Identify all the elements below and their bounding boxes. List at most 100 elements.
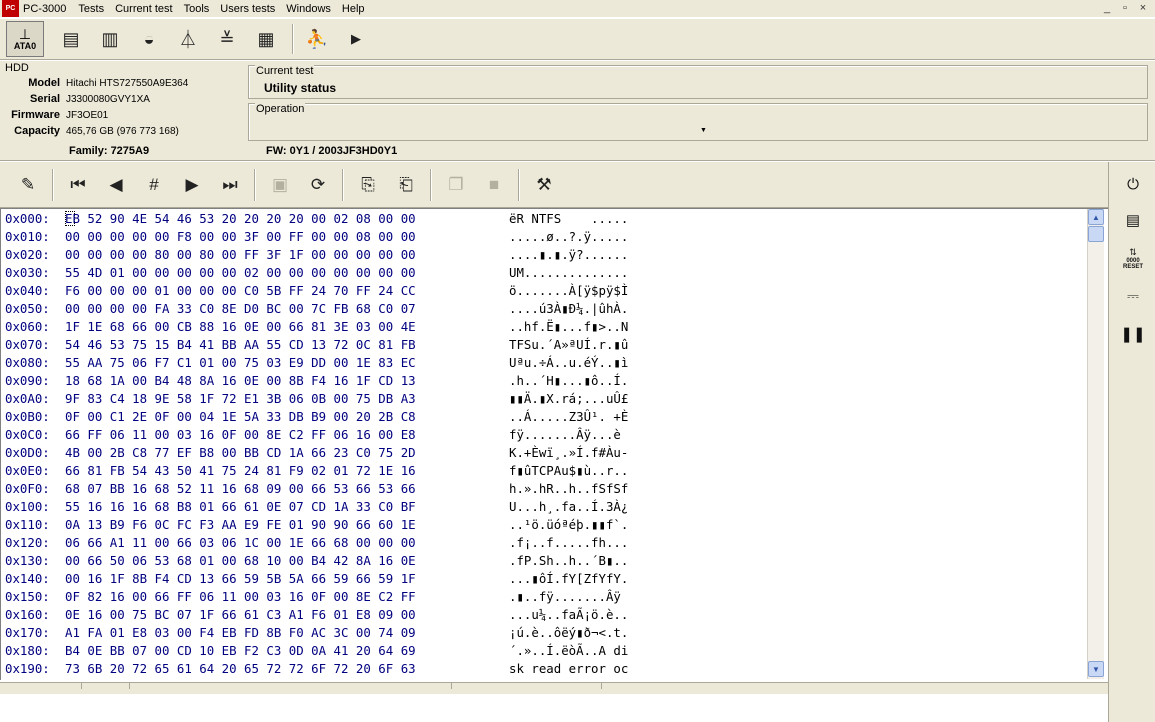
hex-ascii: ....▮.▮.ÿ?...... bbox=[509, 247, 629, 262]
hex-row[interactable]: 0x130: 00 66 50 06 53 68 01 00 68 10 00 B… bbox=[5, 552, 669, 570]
hex-offset: 0x0C0: bbox=[5, 427, 50, 442]
current-test-value: Utility status bbox=[264, 81, 337, 95]
hex-ascii: ...▮ôÍ.fY[ZfYfY. bbox=[509, 571, 629, 586]
board-icon[interactable]: ▤ bbox=[1117, 206, 1149, 234]
hex-row[interactable]: 0x000: EB 52 90 4E 54 46 53 20 20 20 20 0… bbox=[5, 210, 669, 228]
hex-offset: 0x110: bbox=[5, 517, 50, 532]
title-menu-bar: PC PC-3000 Tests Current test Tools User… bbox=[0, 0, 1155, 17]
stack-icon[interactable]: ≚ bbox=[212, 24, 242, 54]
hdd-capacity-row: Capacity 465,76 GB (976 773 168) bbox=[2, 125, 245, 141]
hdd-firmware-row: Firmware JF3OE01 bbox=[2, 109, 245, 125]
hex-offset: 0x190: bbox=[5, 661, 50, 676]
hex-row[interactable]: 0x050: 00 00 00 00 FA 33 C0 8E D0 BC 00 7… bbox=[5, 300, 669, 318]
menu-current-test[interactable]: Current test bbox=[115, 3, 172, 15]
play-icon[interactable]: ▶ bbox=[341, 24, 371, 54]
save-to-file-icon[interactable]: ⎘ bbox=[352, 170, 384, 200]
menu-users-tests[interactable]: Users tests bbox=[220, 3, 275, 15]
hex-row[interactable]: 0x090: 18 68 1A 00 B4 48 8A 16 0E 00 8B F… bbox=[5, 372, 669, 390]
hex-bytes: 4B 00 2B C8 77 EF B8 00 BB CD 1A 66 23 C… bbox=[65, 445, 416, 460]
hex-row[interactable]: 0x0F0: 68 07 BB 16 68 52 11 16 68 09 00 6… bbox=[5, 480, 669, 498]
previous-sector-icon[interactable]: ◀ bbox=[100, 170, 132, 200]
hex-ascii: .fP.Sh..h..´B▮.. bbox=[509, 553, 629, 568]
hex-row[interactable]: 0x0E0: 66 81 FB 54 43 50 41 75 24 81 F9 0… bbox=[5, 462, 669, 480]
operation-dropdown-icon[interactable]: ▼ bbox=[700, 127, 707, 134]
app-logo-icon: PC bbox=[2, 0, 19, 17]
power-toggle-icon[interactable]: ⏻ bbox=[1117, 170, 1149, 198]
hex-row[interactable]: 0x140: 00 16 1F 8B F4 CD 13 66 59 5B 5A 6… bbox=[5, 570, 669, 588]
power-circuit-icon[interactable]: ⎓ bbox=[1117, 282, 1149, 310]
goto-sector-icon[interactable]: # bbox=[138, 170, 170, 200]
ata-port-button[interactable]: ⊥ ATA0 bbox=[6, 21, 44, 57]
hdd-info-box: HDD Model Hitachi HTS727550A9E364 Serial… bbox=[2, 62, 245, 142]
load-from-file-icon[interactable]: ⎗ bbox=[390, 170, 422, 200]
scroll-thumb[interactable] bbox=[1088, 226, 1104, 242]
hex-row[interactable]: 0x180: B4 0E BB 07 00 CD 10 EB F2 C3 0D 0… bbox=[5, 642, 669, 660]
chip-icon[interactable]: ▥ bbox=[95, 24, 125, 54]
paste-disabled-icon: ■ bbox=[488, 174, 500, 194]
hex-bytes: 54 46 53 75 15 B4 41 BB AA 55 CD 13 72 0… bbox=[65, 337, 416, 352]
scroll-up-icon[interactable]: ▲ bbox=[1088, 209, 1104, 225]
hex-offset: 0x170: bbox=[5, 625, 50, 640]
hex-bytes: 66 FF 06 11 00 03 16 0F 00 8E C2 FF 06 1… bbox=[65, 427, 416, 442]
grid-icon[interactable]: ▦ bbox=[251, 24, 281, 54]
edit-sector-icon[interactable]: ✎ bbox=[12, 170, 44, 200]
hex-bytes: 06 66 A1 11 00 66 03 06 1C 00 1E 66 68 0… bbox=[65, 535, 416, 550]
hex-row[interactable]: 0x0C0: 66 FF 06 11 00 03 16 0F 00 8E C2 F… bbox=[5, 426, 669, 444]
drive-info-icon[interactable]: ▤ bbox=[56, 24, 86, 54]
next-sector-icon[interactable]: ▶ bbox=[176, 170, 208, 200]
hex-offset: 0x030: bbox=[5, 265, 50, 280]
refresh-icon[interactable]: ⟳ bbox=[302, 170, 334, 200]
side-toolbar: ⏻ ▤ ⇅ 0000 RESET ⎓ ❚❚ bbox=[1108, 162, 1155, 722]
scroll-down-icon[interactable]: ▼ bbox=[1088, 661, 1104, 677]
restore-button[interactable]: ▫ bbox=[1117, 1, 1133, 15]
menu-windows[interactable]: Windows bbox=[286, 3, 331, 15]
hex-offset: 0x0E0: bbox=[5, 463, 50, 478]
status-segment bbox=[452, 683, 602, 689]
hex-row[interactable]: 0x030: 55 4D 01 00 00 00 00 00 02 00 00 0… bbox=[5, 264, 669, 282]
runner-icon[interactable]: ⛹ bbox=[302, 24, 332, 54]
hex-row[interactable]: 0x0B0: 0F 00 C1 2E 0F 00 04 1E 5A 33 DB B… bbox=[5, 408, 669, 426]
hex-row[interactable]: 0x120: 06 66 A1 11 00 66 03 06 1C 00 1E 6… bbox=[5, 534, 669, 552]
hex-row[interactable]: 0x170: A1 FA 01 E8 03 00 F4 EB FD 8B F0 A… bbox=[5, 624, 669, 642]
hex-row[interactable]: 0x190: 73 6B 20 72 65 61 64 20 65 72 72 6… bbox=[5, 660, 669, 678]
hex-row[interactable]: 0x020: 00 00 00 00 80 00 80 00 FF 3F 1F 0… bbox=[5, 246, 669, 264]
hex-row[interactable]: 0x0D0: 4B 00 2B C8 77 EF B8 00 BB CD 1A 6… bbox=[5, 444, 669, 462]
hex-ascii: ¡ú.è..ôëý▮ð¬<.t. bbox=[509, 625, 629, 640]
hex-ascii: ..¹ö.üóªéþ.▮▮f`. bbox=[509, 517, 629, 532]
hex-offset: 0x0D0: bbox=[5, 445, 50, 460]
hdd-title: HDD bbox=[5, 62, 29, 74]
hex-bytes: 0A 13 B9 F6 0C FC F3 AA E9 FE 01 90 90 6… bbox=[65, 517, 416, 532]
last-sector-icon[interactable]: ⏭ bbox=[214, 170, 246, 200]
antenna-icon[interactable]: ⏃ bbox=[173, 24, 203, 54]
hex-bytes: 9F 83 C4 18 9E 58 1F 72 E1 3B 06 0B 00 7… bbox=[65, 391, 416, 406]
hex-bytes: EB 52 90 4E 54 46 53 20 20 20 20 00 02 0… bbox=[65, 211, 416, 226]
hdd-model-row: Model Hitachi HTS727550A9E364 bbox=[2, 77, 245, 93]
disk-icon[interactable]: ◒ bbox=[134, 24, 164, 54]
close-button[interactable]: × bbox=[1135, 1, 1151, 15]
hex-bytes: 00 00 00 00 00 F8 00 00 3F 00 FF 00 00 0… bbox=[65, 229, 416, 244]
hex-editor[interactable]: 0x000: EB 52 90 4E 54 46 53 20 20 20 20 0… bbox=[0, 208, 1108, 680]
hex-bytes: 0F 00 C1 2E 0F 00 04 1E 5A 33 DB B9 00 2… bbox=[65, 409, 416, 424]
hex-row[interactable]: 0x150: 0F 82 16 00 66 FF 06 11 00 03 16 0… bbox=[5, 588, 669, 606]
hex-row[interactable]: 0x060: 1F 1E 68 66 00 CB 88 16 0E 00 66 8… bbox=[5, 318, 669, 336]
menu-tools[interactable]: Tools bbox=[184, 3, 210, 15]
hex-row[interactable]: 0x010: 00 00 00 00 00 F8 00 00 3F 00 FF 0… bbox=[5, 228, 669, 246]
hex-bytes: 00 00 00 00 80 00 80 00 FF 3F 1F 00 00 0… bbox=[65, 247, 416, 262]
tools-icon[interactable]: ⚒ bbox=[528, 170, 560, 200]
hex-offset: 0x120: bbox=[5, 535, 50, 550]
hex-row[interactable]: 0x040: F6 00 00 00 01 00 00 00 C0 5B FF 2… bbox=[5, 282, 669, 300]
vertical-scrollbar[interactable]: ▲ ▼ bbox=[1087, 209, 1104, 679]
menu-tests[interactable]: Tests bbox=[78, 3, 104, 15]
hex-row[interactable]: 0x160: 0E 16 00 75 BC 07 1F 66 61 C3 A1 F… bbox=[5, 606, 669, 624]
menu-help[interactable]: Help bbox=[342, 3, 365, 15]
hex-row[interactable]: 0x100: 55 16 16 16 68 B8 01 66 61 0E 07 C… bbox=[5, 498, 669, 516]
minimize-button[interactable]: _ bbox=[1099, 1, 1115, 15]
hex-offset: 0x0F0: bbox=[5, 481, 50, 496]
hex-row[interactable]: 0x0A0: 9F 83 C4 18 9E 58 1F 72 E1 3B 06 0… bbox=[5, 390, 669, 408]
hex-row[interactable]: 0x070: 54 46 53 75 15 B4 41 BB AA 55 CD 1… bbox=[5, 336, 669, 354]
reset-button[interactable]: ⇅ 0000 RESET bbox=[1117, 244, 1149, 272]
hex-row[interactable]: 0x080: 55 AA 75 06 F7 C1 01 00 75 03 E9 D… bbox=[5, 354, 669, 372]
first-sector-icon[interactable]: ⏮ bbox=[62, 170, 94, 200]
hex-row[interactable]: 0x110: 0A 13 B9 F6 0C FC F3 AA E9 FE 01 9… bbox=[5, 516, 669, 534]
pause-icon[interactable]: ❚❚ bbox=[1117, 320, 1149, 348]
